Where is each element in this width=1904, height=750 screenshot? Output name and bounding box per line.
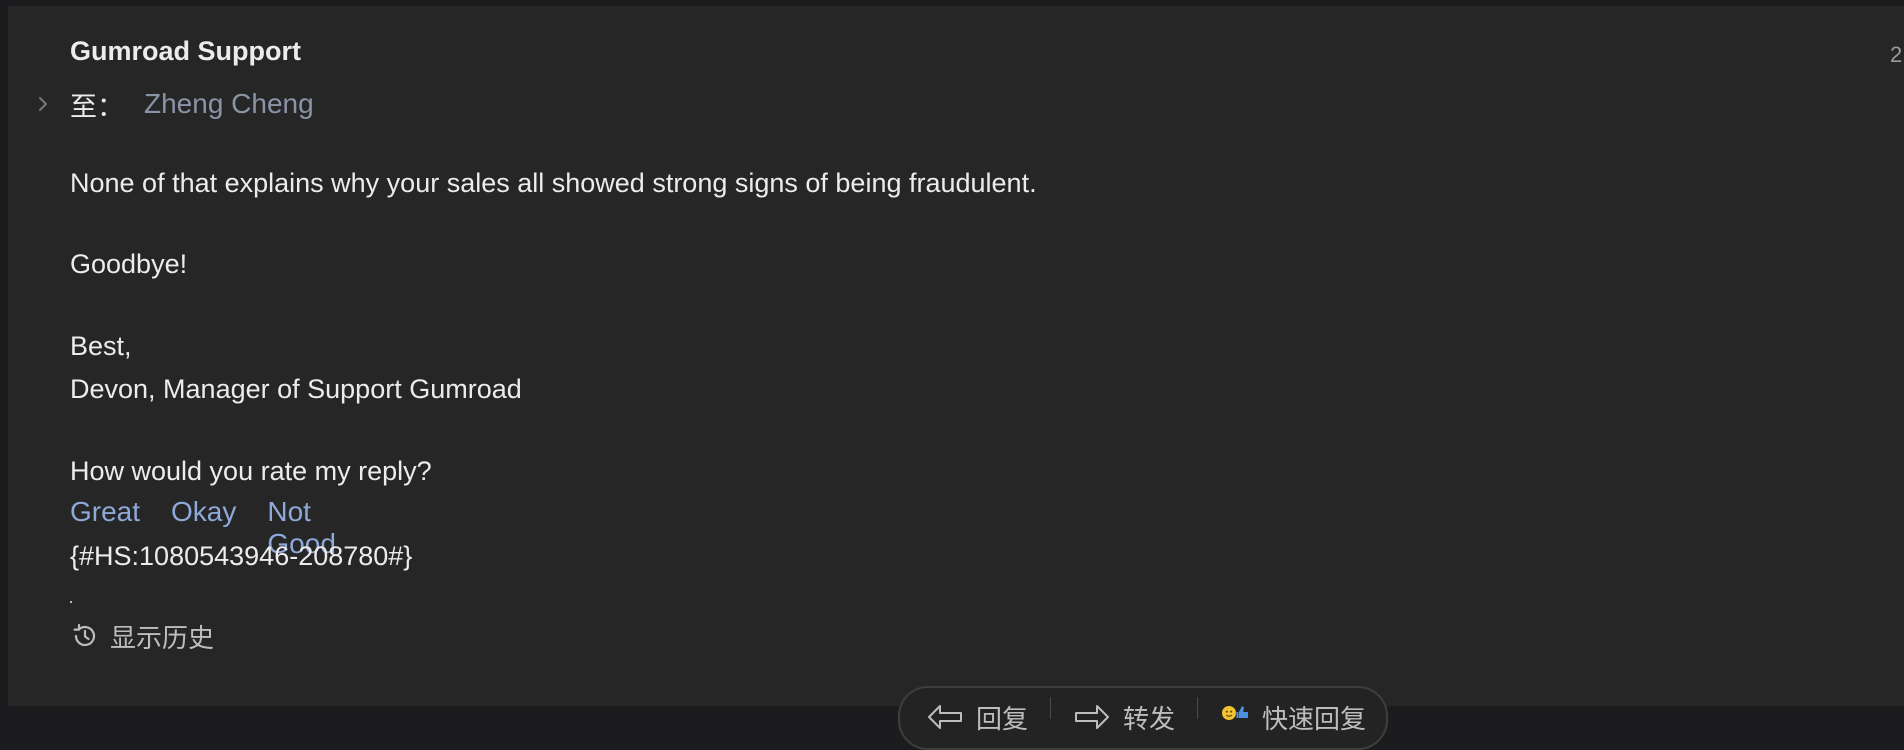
signature-text: Devon, Manager of Support Gumroad (70, 374, 522, 404)
recipient-name[interactable]: Zheng Cheng (144, 88, 314, 120)
reply-label: 回复 (976, 703, 1029, 734)
message-date: 2 (1890, 42, 1903, 67)
toolbar-divider (1197, 697, 1199, 719)
quick-reply-button[interactable]: 快速回复 (1220, 697, 1366, 737)
toolbar-divider (1050, 697, 1052, 719)
quick-reply-label: 快速回复 (1262, 703, 1367, 734)
email-message-pane: Gumroad Support 2 至： Zheng Cheng None of… (8, 6, 1904, 750)
body-paragraph: Goodbye! (70, 249, 188, 279)
rating-prompt: How would you rate my reply? (70, 456, 432, 486)
history-icon (70, 621, 100, 651)
chevron-right-icon[interactable] (32, 93, 54, 115)
forward-button[interactable]: 转发 (1073, 697, 1175, 737)
emoji-thumbs-up-icon (1220, 703, 1252, 731)
show-history-button[interactable]: 显示历史 (70, 618, 214, 654)
sender-name: Gumroad Support (70, 36, 301, 66)
body-paragraph: None of that explains why your sales all… (70, 168, 1037, 198)
divider-dot (70, 601, 72, 603)
reply-arrow-icon (926, 703, 964, 731)
recipient-row: 至： Zheng Cheng (32, 86, 314, 122)
forward-arrow-icon (1073, 703, 1111, 731)
reply-button[interactable]: 回复 (926, 697, 1028, 737)
forward-label: 转发 (1123, 703, 1176, 734)
show-history-label: 显示历史 (110, 622, 215, 653)
reply-actions-bar: 回复 转发 快速回复 (898, 686, 1388, 750)
ticket-reference: {#HS:1080543946-208780#} (70, 541, 413, 571)
to-label: 至： (70, 91, 124, 122)
closing-text: Best, (70, 331, 132, 361)
